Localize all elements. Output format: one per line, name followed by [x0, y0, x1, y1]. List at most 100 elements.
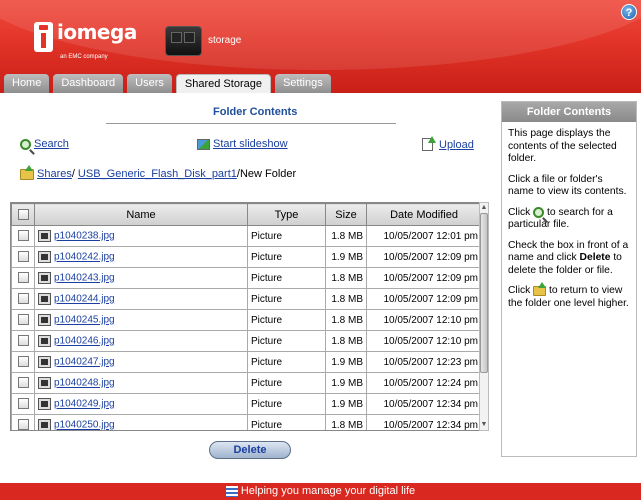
file-link[interactable]: p1040238.jpg	[54, 231, 115, 242]
row-select-cell	[11, 246, 35, 268]
table-row: p1040243.jpg Picture 1.8 MB 10/05/2007 1…	[11, 267, 482, 289]
brand-subtitle: an EMC company	[60, 54, 108, 60]
table-row: p1040245.jpg Picture 1.8 MB 10/05/2007 1…	[11, 309, 482, 331]
row-select-cell	[11, 309, 35, 331]
file-link[interactable]: p1040244.jpg	[54, 294, 115, 305]
column-header-size[interactable]: Size	[325, 203, 367, 226]
image-file-icon	[38, 377, 51, 389]
tab-home[interactable]: Home	[4, 74, 50, 93]
breadcrumb-separator: /	[71, 168, 75, 180]
scroll-thumb[interactable]	[480, 213, 488, 373]
scroll-down-arrow-icon[interactable]: ▼	[480, 421, 488, 429]
table-scrollbar[interactable]: ▲ ▼	[479, 202, 489, 431]
row-select-cell	[11, 330, 35, 352]
help-text-4: Check the box in front of a name and cli…	[508, 240, 631, 278]
row-checkbox[interactable]	[17, 419, 29, 430]
search-icon	[20, 138, 31, 150]
tab-dashboard[interactable]: Dashboard	[53, 74, 124, 93]
help-text-4-bold: Delete	[579, 252, 611, 264]
row-checkbox[interactable]	[17, 293, 29, 305]
file-link[interactable]: p1040250.jpg	[54, 420, 115, 431]
search-label: Search	[34, 138, 69, 150]
column-header-date-modified[interactable]: Date Modified	[366, 203, 482, 226]
file-size: 1.8 MB	[325, 330, 367, 352]
file-type: Picture	[247, 246, 326, 268]
file-name-cell: p1040238.jpg	[34, 225, 248, 247]
table-row: p1040244.jpg Picture 1.8 MB 10/05/2007 1…	[11, 288, 482, 310]
row-checkbox[interactable]	[17, 272, 29, 284]
column-header-name[interactable]: Name	[34, 203, 248, 226]
search-link[interactable]: Search	[20, 138, 69, 150]
tab-users[interactable]: Users	[127, 74, 172, 93]
column-header-type[interactable]: Type	[247, 203, 326, 226]
help-panel-title: Folder Contents	[502, 102, 636, 122]
row-checkbox[interactable]	[17, 230, 29, 242]
file-link[interactable]: p1040242.jpg	[54, 252, 115, 263]
footer: Helping you manage your digital life	[0, 483, 641, 500]
upload-link[interactable]: Upload	[422, 136, 474, 151]
file-size: 1.9 MB	[325, 393, 367, 415]
file-name-cell: p1040246.jpg	[34, 330, 248, 352]
row-checkbox[interactable]	[17, 314, 29, 326]
file-link[interactable]: p1040247.jpg	[54, 357, 115, 368]
file-date: 10/05/2007 12:10 pm	[366, 309, 482, 331]
file-link[interactable]: p1040249.jpg	[54, 399, 115, 410]
help-panel: Folder Contents This page displays the c…	[501, 101, 637, 457]
tab-shared-storage[interactable]: Shared Storage	[175, 74, 271, 93]
iomega-logo: iomega	[34, 22, 137, 52]
file-type: Picture	[247, 372, 326, 394]
search-icon	[533, 206, 545, 218]
help-text-1: This page displays the contents of the s…	[508, 128, 617, 164]
breadcrumb-shares[interactable]: Shares	[37, 168, 72, 180]
image-file-icon	[38, 356, 51, 368]
table-row: p1040249.jpg Picture 1.9 MB 10/05/2007 1…	[11, 393, 482, 415]
row-select-cell	[11, 351, 35, 373]
row-checkbox[interactable]	[17, 398, 29, 410]
row-select-cell	[11, 372, 35, 394]
upload-label: Upload	[439, 138, 474, 151]
delete-button[interactable]: Delete	[209, 441, 291, 459]
storage-device-icon	[165, 26, 202, 56]
folder-up-icon[interactable]	[20, 164, 34, 180]
row-checkbox[interactable]	[17, 251, 29, 263]
file-size: 1.8 MB	[325, 288, 367, 310]
row-checkbox[interactable]	[17, 335, 29, 347]
file-size: 1.9 MB	[325, 372, 367, 394]
folder-up-icon	[533, 281, 547, 296]
file-link[interactable]: p1040245.jpg	[54, 315, 115, 326]
row-select-cell	[11, 393, 35, 415]
select-all-cell	[11, 203, 35, 226]
row-select-cell	[11, 225, 35, 247]
row-checkbox[interactable]	[17, 356, 29, 368]
table-row: p1040238.jpg Picture 1.8 MB 10/05/2007 1…	[11, 225, 482, 247]
page-title: Folder Contents	[213, 106, 298, 118]
scroll-up-arrow-icon[interactable]: ▲	[480, 204, 488, 212]
table-header-row: Name Type Size Date Modified	[11, 203, 482, 226]
tab-settings[interactable]: Settings	[274, 74, 331, 93]
file-name-cell: p1040242.jpg	[34, 246, 248, 268]
file-date: 10/05/2007 12:01 pm	[366, 225, 482, 247]
file-date: 10/05/2007 12:34 pm	[366, 414, 482, 430]
file-date: 10/05/2007 12:34 pm	[366, 393, 482, 415]
image-file-icon	[38, 293, 51, 305]
start-slideshow-link[interactable]: Start slideshow	[197, 138, 288, 150]
file-link[interactable]: p1040243.jpg	[54, 273, 115, 284]
main-content: Folder Contents Search Start slideshow U…	[0, 93, 641, 483]
file-link[interactable]: p1040248.jpg	[54, 378, 115, 389]
breadcrumb-usb-disk[interactable]: USB_Generic_Flash_Disk_part1	[78, 168, 237, 180]
file-date: 10/05/2007 12:09 pm	[366, 267, 482, 289]
file-type: Picture	[247, 309, 326, 331]
row-checkbox[interactable]	[17, 377, 29, 389]
file-name-cell: p1040250.jpg	[34, 414, 248, 431]
select-all-checkbox[interactable]	[17, 209, 29, 221]
help-panel-body: This page displays the contents of the s…	[502, 122, 636, 324]
help-text-2: Click a file or folder's name to view it…	[508, 173, 627, 198]
file-link[interactable]: p1040246.jpg	[54, 336, 115, 347]
help-text-5a: Click	[508, 285, 531, 297]
file-type: Picture	[247, 330, 326, 352]
image-file-icon	[38, 398, 51, 410]
image-file-icon	[38, 314, 51, 326]
file-date: 10/05/2007 12:23 pm	[366, 351, 482, 373]
file-size: 1.8 MB	[325, 267, 367, 289]
help-icon[interactable]: ?	[621, 4, 637, 20]
